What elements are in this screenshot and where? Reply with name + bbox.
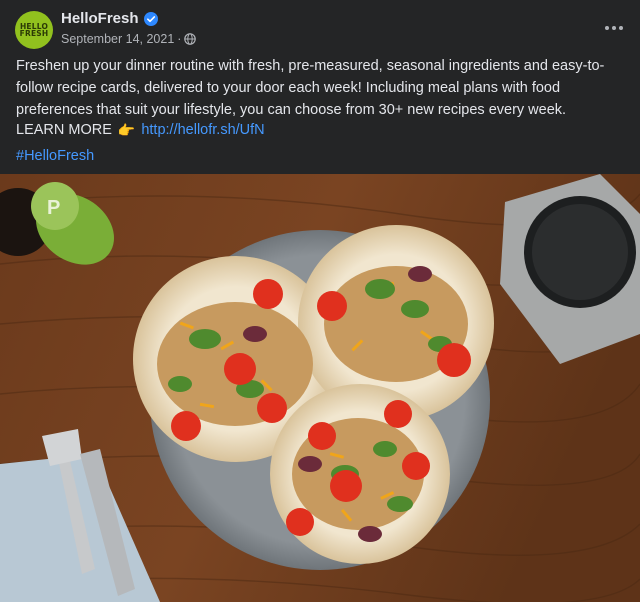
verified-badge-icon — [143, 11, 158, 26]
post-body: Freshen up your dinner routine with fres… — [16, 55, 626, 121]
tacos-photo: P — [0, 174, 640, 602]
hashtag-link[interactable]: #HelloFresh — [16, 148, 94, 164]
svg-text:P: P — [47, 197, 60, 219]
post-date[interactable]: September 14, 2021 — [61, 32, 174, 46]
learn-more-link[interactable]: http://hellofr.sh/UfN — [141, 119, 264, 141]
globe-icon[interactable] — [184, 33, 197, 45]
page-avatar[interactable]: HELLO FRESH — [15, 11, 53, 49]
avatar-logo-text: HELLO FRESH — [19, 22, 49, 38]
name-row: HelloFresh — [61, 10, 158, 27]
post-card: HELLO FRESH HelloFresh September 14, 202… — [0, 0, 640, 602]
post-meta: September 14, 2021 · — [61, 32, 197, 46]
pointing-hand-icon: 👉 — [117, 122, 136, 138]
meta-separator: · — [177, 32, 182, 46]
hashtag-row: #HelloFresh — [16, 145, 94, 167]
learn-more-label: LEARN MORE — [16, 122, 112, 138]
page-name-link[interactable]: HelloFresh — [61, 10, 139, 27]
more-options-icon[interactable] — [600, 14, 628, 42]
post-image[interactable]: P — [0, 174, 640, 602]
post-header: HELLO FRESH HelloFresh September 14, 202… — [0, 0, 640, 56]
learn-more-row: LEARN MORE 👉 http://hellofr.sh/UfN — [16, 119, 265, 141]
post-text: Freshen up your dinner routine with fres… — [16, 58, 605, 118]
